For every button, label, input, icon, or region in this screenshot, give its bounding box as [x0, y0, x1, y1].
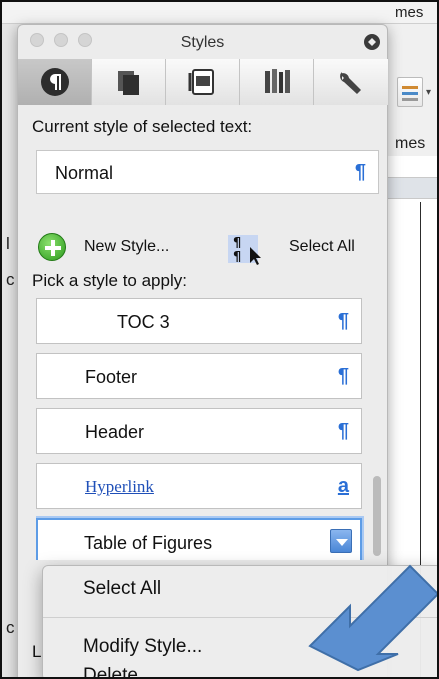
pick-style-label: Pick a style to apply: [32, 271, 187, 290]
left-fragment: l [6, 234, 10, 253]
wrench-icon [340, 72, 361, 94]
chevron-down-icon[interactable] [330, 529, 352, 553]
character-style-icon: a [337, 475, 349, 497]
pilcrow-icon: ¶ [337, 365, 349, 387]
select-all-icon[interactable]: ¶ ¶ [228, 233, 266, 265]
current-style-field: Normal ¶ [36, 150, 379, 194]
topbar-fragment: mes [395, 4, 424, 21]
image-card-icon [188, 69, 214, 95]
ribbon-fragment: mes [395, 135, 426, 152]
tab-documents[interactable] [92, 59, 166, 105]
list-item[interactable]: Hyperlink a [36, 463, 362, 509]
palette-title: Styles [180, 34, 225, 51]
style-name: Table of Figures [84, 533, 213, 553]
paragraph-icon [40, 68, 69, 96]
menu-item-select-all[interactable]: Select All [83, 578, 161, 600]
left-fragment: c [6, 270, 15, 289]
svg-text:¶: ¶ [233, 250, 241, 265]
current-style-label: Current style of selected text: [32, 117, 253, 136]
plus-icon[interactable] [38, 233, 66, 261]
chevron-down-icon[interactable]: ▾ [426, 87, 431, 98]
help-icon[interactable] [362, 32, 382, 52]
list-item[interactable]: Header ¶ [36, 408, 362, 454]
left-fragment: c [6, 618, 15, 637]
list-item-selected[interactable]: Table of Figures [36, 518, 362, 560]
palette-toolbar [18, 59, 388, 105]
list-item[interactable]: TOC 3 ¶ [36, 298, 362, 344]
scrollbar[interactable] [370, 298, 384, 560]
style-name: Footer [85, 367, 138, 387]
pilcrow-icon: ¶ [337, 310, 349, 332]
annotation-arrow-icon [308, 564, 437, 672]
style-name: Header [85, 422, 145, 442]
svg-text:¶: ¶ [233, 236, 241, 251]
books-icon [264, 69, 290, 93]
select-all-button[interactable]: Select All [289, 238, 355, 256]
style-name: TOC 3 [117, 312, 170, 332]
pilcrow-icon: ¶ [337, 420, 349, 442]
tab-books[interactable] [240, 59, 314, 105]
menu-item-delete[interactable]: Delete [83, 665, 138, 677]
current-style-value: Normal [55, 163, 114, 183]
tab-tools[interactable] [314, 59, 388, 105]
scrollbar-thumb[interactable] [373, 476, 381, 556]
tab-styles[interactable] [18, 59, 92, 105]
documents-icon [117, 71, 139, 95]
style-list[interactable]: TOC 3 ¶ Footer ¶ Header ¶ Hyperlink a Ta… [36, 298, 384, 560]
new-style-button[interactable]: New Style... [84, 238, 169, 256]
style-name: Hyperlink [85, 477, 154, 496]
pilcrow-icon: ¶ [354, 161, 366, 183]
list-label: L [32, 642, 42, 661]
tab-media[interactable] [166, 59, 240, 105]
style-actions: New Style... ¶ ¶ Select All [38, 233, 383, 265]
themes-icon[interactable] [397, 77, 423, 107]
palette-titlebar[interactable]: Styles [18, 25, 387, 51]
list-item[interactable]: Footer ¶ [36, 353, 362, 399]
document-topbar: mes [2, 2, 437, 24]
menu-item-modify-style[interactable]: Modify Style... [83, 636, 202, 658]
screenshot-frame: mes ▾ mes l c c Styles Current style of … [0, 0, 439, 679]
